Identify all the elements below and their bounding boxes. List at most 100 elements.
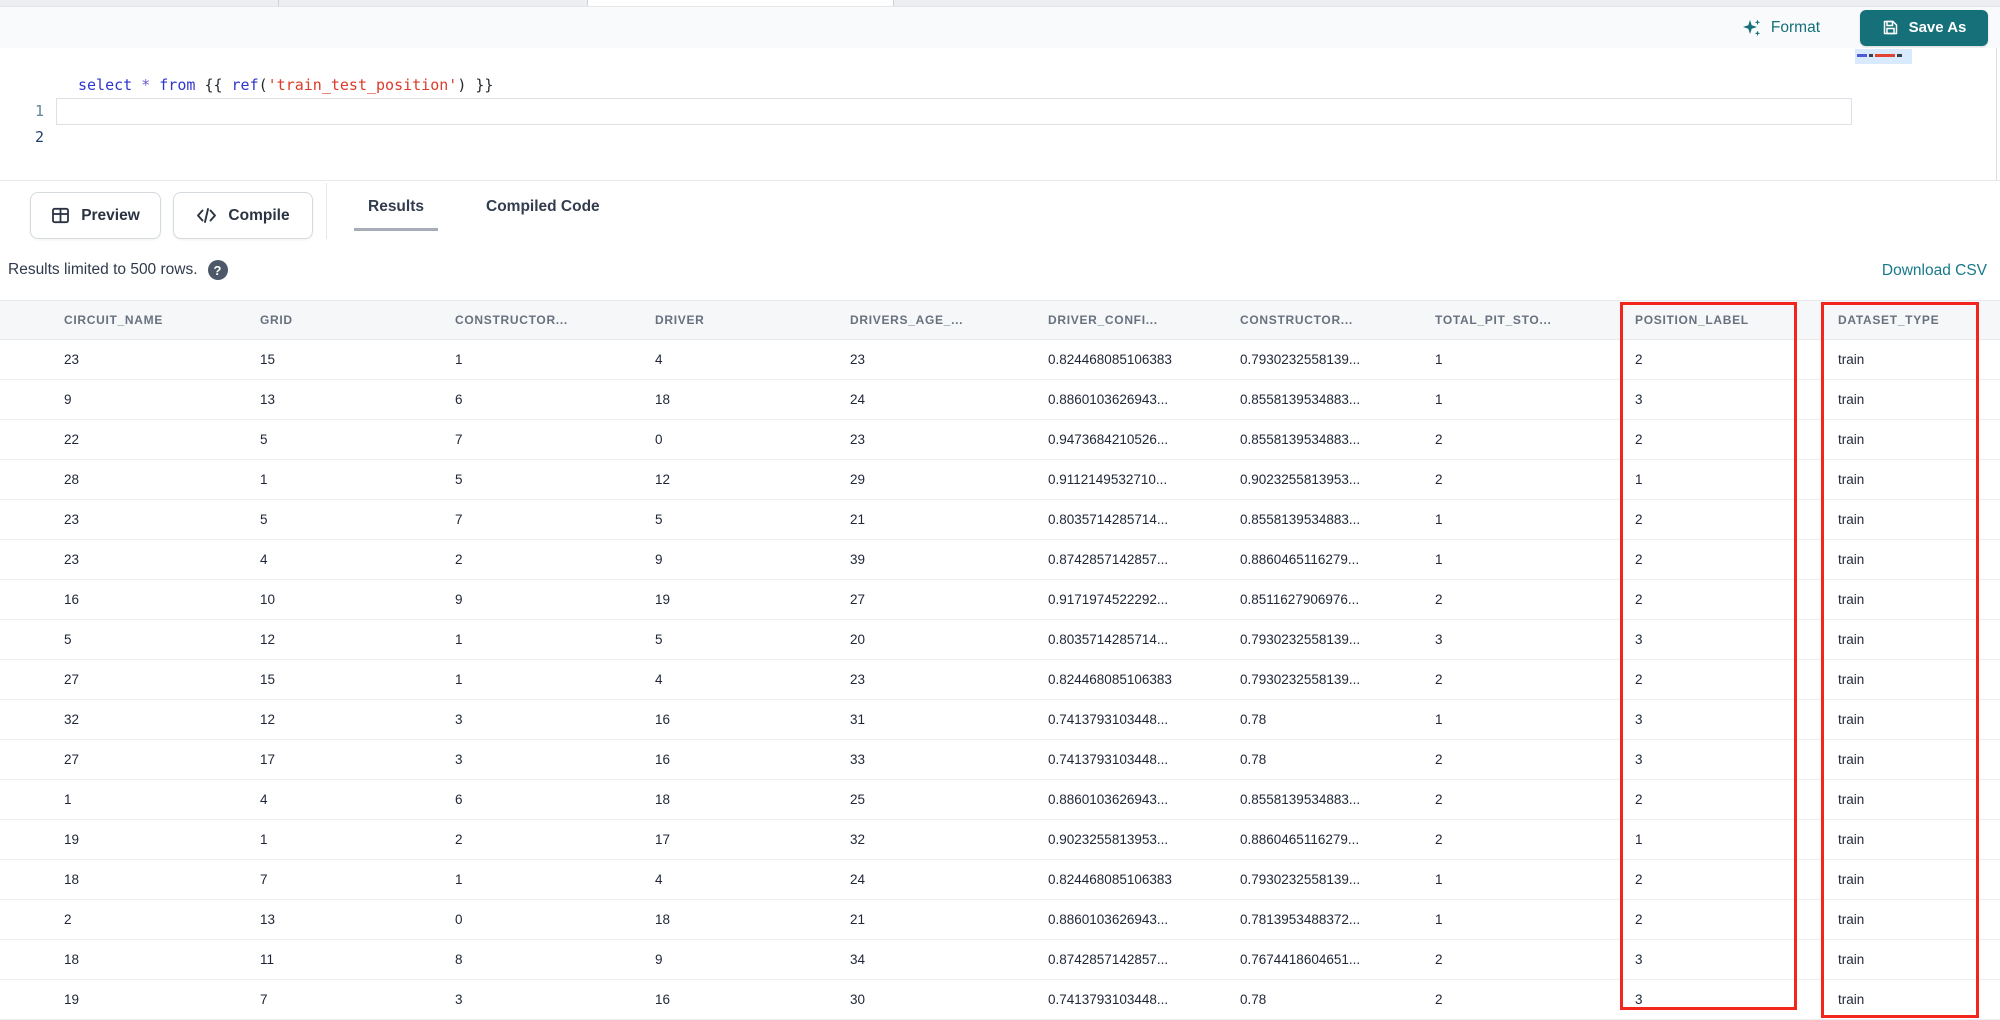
results-panel-header: Preview Compile Results Compiled Code bbox=[0, 180, 2000, 246]
table-cell: 2 bbox=[1635, 912, 1643, 927]
table-cell: 0.824468085106383 bbox=[1048, 672, 1172, 687]
table-cell: 11 bbox=[260, 952, 275, 967]
table-row: 23 5 7 5 21 0.8035714285714... 0.8558139534883… bbox=[0, 500, 2000, 540]
table-cell: train bbox=[1838, 912, 1865, 927]
preview-button-label: Preview bbox=[81, 206, 140, 224]
table-cell: 5 bbox=[260, 432, 268, 447]
preview-button[interactable]: Preview bbox=[30, 192, 161, 239]
save-as-button[interactable]: Save As bbox=[1860, 9, 1988, 46]
table-cell: 2 bbox=[1435, 472, 1443, 487]
tab-strip-divider bbox=[278, 0, 279, 6]
code-line-1[interactable]: 1 select * from {{ ref('train_test_posit… bbox=[0, 72, 1996, 120]
compile-button-label: Compile bbox=[228, 206, 290, 224]
sql-code-editor[interactable]: 1 select * from {{ ref('train_test_posit… bbox=[0, 48, 2000, 180]
results-tabs: Results Compiled Code bbox=[354, 181, 608, 237]
table-cell: 9 bbox=[655, 952, 663, 967]
table-cell: 32 bbox=[64, 712, 80, 727]
table-cell: train bbox=[1838, 592, 1865, 607]
code-token-function: ref bbox=[231, 76, 259, 94]
table-cell: 2 bbox=[1635, 432, 1643, 447]
table-cell: 2 bbox=[1635, 672, 1643, 687]
table-cell: 3 bbox=[1635, 632, 1643, 647]
code-token-keyword: from bbox=[159, 76, 196, 94]
table-cell: 24 bbox=[850, 392, 866, 407]
table-cell: 0.7930232558139... bbox=[1240, 872, 1361, 887]
table-cell: 23 bbox=[850, 432, 866, 447]
table-cell: 19 bbox=[64, 832, 80, 847]
format-button[interactable]: Format bbox=[1740, 14, 1822, 42]
table-cell: 1 bbox=[455, 632, 463, 647]
table-cell: train bbox=[1838, 512, 1865, 527]
table-cell: 0.8742857142857... bbox=[1048, 552, 1169, 567]
tab-results[interactable]: Results bbox=[354, 181, 438, 233]
table-cell: 2 bbox=[1635, 512, 1643, 527]
table-cell: 0.8860465116279... bbox=[1240, 832, 1360, 847]
table-cell: 5 bbox=[64, 632, 72, 647]
table-cell: 7 bbox=[260, 872, 268, 887]
table-cell: 1 bbox=[260, 472, 268, 487]
table-cell: 1 bbox=[455, 872, 463, 887]
table-row: 32 12 3 16 31 0.7413793103448... 0.78 1 3 train bbox=[0, 700, 2000, 740]
code-token-keyword: select bbox=[78, 76, 133, 94]
table-cell: 5 bbox=[455, 472, 463, 487]
table-cell: 2 bbox=[1435, 672, 1443, 687]
table-cell: 1 bbox=[64, 792, 72, 807]
table-cell: 18 bbox=[64, 872, 80, 887]
table-cell: 4 bbox=[655, 352, 663, 367]
table-row: 18 11 8 9 34 0.8742857142857... 0.767441860465… bbox=[0, 940, 2000, 980]
help-icon[interactable]: ? bbox=[207, 260, 228, 280]
table-cell: 0.9023255813953... bbox=[1240, 472, 1361, 487]
table-cell: 1 bbox=[1435, 512, 1443, 527]
browser-tab-strip bbox=[0, 0, 2000, 7]
editor-scrollbar[interactable] bbox=[1996, 48, 1997, 180]
column-header: TOTAL_PIT_STO... bbox=[1435, 313, 1552, 327]
table-cell: 2 bbox=[64, 912, 72, 927]
table-cell: 1 bbox=[1435, 912, 1443, 927]
download-csv-link[interactable]: Download CSV bbox=[1882, 262, 1987, 280]
code-token-string: 'train_test_position' bbox=[267, 76, 458, 94]
table-cell: 29 bbox=[850, 472, 866, 487]
compile-button[interactable]: Compile bbox=[173, 192, 313, 239]
code-line-2[interactable]: 2 bbox=[0, 98, 1996, 146]
table-cell: 3 bbox=[1635, 392, 1643, 407]
table-cell: 15 bbox=[260, 672, 276, 687]
column-header: CIRCUIT_NAME bbox=[64, 313, 164, 327]
table-row: 9 13 6 18 24 0.8860103626943... 0.855813953488… bbox=[0, 380, 2000, 420]
tab-compiled-code-label: Compiled Code bbox=[486, 198, 600, 215]
save-as-button-label: Save As bbox=[1908, 19, 1967, 36]
table-cell: train bbox=[1838, 992, 1865, 1007]
table-cell: 4 bbox=[655, 872, 663, 887]
table-cell: 2 bbox=[1435, 992, 1443, 1007]
table-cell: 3 bbox=[1635, 952, 1643, 967]
vertical-divider bbox=[326, 183, 327, 239]
table-cell: 23 bbox=[64, 552, 80, 567]
table-cell: 20 bbox=[850, 632, 866, 647]
table-cell: 2 bbox=[1435, 752, 1443, 767]
table-cell: train bbox=[1838, 392, 1865, 407]
table-body: 23 15 1 4 23 0.824468085106383 0.7930232558139… bbox=[0, 340, 2000, 1020]
table-cell: 3 bbox=[455, 752, 463, 767]
table-row: 23 15 1 4 23 0.824468085106383 0.7930232558139… bbox=[0, 340, 2000, 380]
table-cell: 2 bbox=[1635, 592, 1643, 607]
editor-minimap[interactable] bbox=[1855, 49, 1912, 64]
table-cell: 3 bbox=[455, 992, 463, 1007]
tab-compiled-code[interactable]: Compiled Code bbox=[478, 181, 608, 233]
table-cell: train bbox=[1838, 472, 1865, 487]
table-cell: train bbox=[1838, 632, 1865, 647]
code-token-operator: * bbox=[141, 76, 151, 94]
table-cell: 2 bbox=[1435, 952, 1443, 967]
table-cell: 7 bbox=[455, 512, 463, 527]
table-cell: 6 bbox=[455, 792, 463, 807]
table-cell: 31 bbox=[850, 712, 866, 727]
table-cell: 12 bbox=[260, 632, 276, 647]
table-row: 18 7 1 4 24 0.824468085106383 0.7930232558139.… bbox=[0, 860, 2000, 900]
table-cell: 2 bbox=[455, 832, 463, 847]
table-row: 19 1 2 17 32 0.9023255813953... 0.886046511627… bbox=[0, 820, 2000, 860]
table-cell: 0.7413793103448... bbox=[1048, 752, 1169, 767]
table-cell: 0.8035714285714... bbox=[1048, 512, 1169, 527]
table-cell: 28 bbox=[64, 472, 80, 487]
table-cell: 16 bbox=[64, 592, 80, 607]
table-cell: train bbox=[1838, 432, 1865, 447]
